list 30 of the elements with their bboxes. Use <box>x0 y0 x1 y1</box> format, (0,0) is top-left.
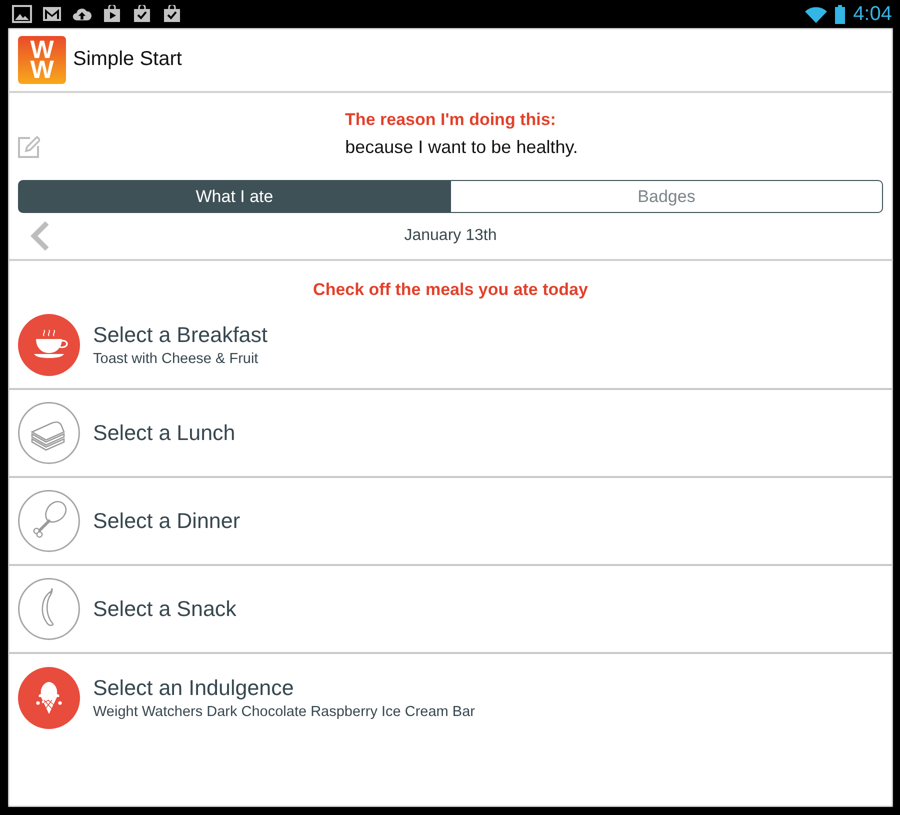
meal-title: Select a Dinner <box>93 508 240 534</box>
reason-text: because I want to be healthy. <box>344 136 579 159</box>
meal-title: Select a Breakfast <box>93 322 268 348</box>
app-logo: WW <box>18 36 66 84</box>
meal-list-item[interactable]: Select a Dinner <box>8 478 893 566</box>
reason-heading: The reason I'm doing this: <box>344 109 557 131</box>
meal-list-item[interactable]: Select a Lunch <box>8 390 893 478</box>
meal-title: Select a Snack <box>93 596 236 622</box>
meal-subtitle: Weight Watchers Dark Chocolate Raspberry Ice Cream Bar <box>93 702 475 722</box>
app-title: Simple Start <box>73 48 182 71</box>
date-label: January 13th <box>404 227 497 245</box>
bag-check-icon <box>132 5 152 23</box>
meal-title: Select an Indulgence <box>93 674 295 700</box>
mail-icon <box>42 5 62 23</box>
tab[interactable]: Badges <box>451 180 883 213</box>
meal-list-item[interactable]: Select an Indulgence Weight Watchers Dark Chocolate Raspberry Ice Cream Bar <box>8 654 893 742</box>
image-icon <box>12 5 32 23</box>
wifi-icon <box>805 6 828 22</box>
meal-list-item[interactable]: Select a Snack <box>8 566 893 654</box>
battery-icon <box>835 4 846 24</box>
bag-check-icon <box>162 5 182 23</box>
edit-icon[interactable] <box>18 136 40 158</box>
meal-title: Select a Lunch <box>93 420 236 446</box>
chevron-left-icon[interactable] <box>28 221 50 251</box>
shopping-bag-icon <box>102 5 122 23</box>
meals-heading: Check off the meals you ate today <box>312 279 589 301</box>
tab[interactable]: What I ate <box>18 180 451 213</box>
clock-text: 4:04 <box>853 2 892 26</box>
meal-subtitle: Toast with Cheese & Fruit <box>93 350 260 368</box>
meal-list-item[interactable]: Select a Breakfast Toast with Cheese & Fruit <box>8 302 893 390</box>
